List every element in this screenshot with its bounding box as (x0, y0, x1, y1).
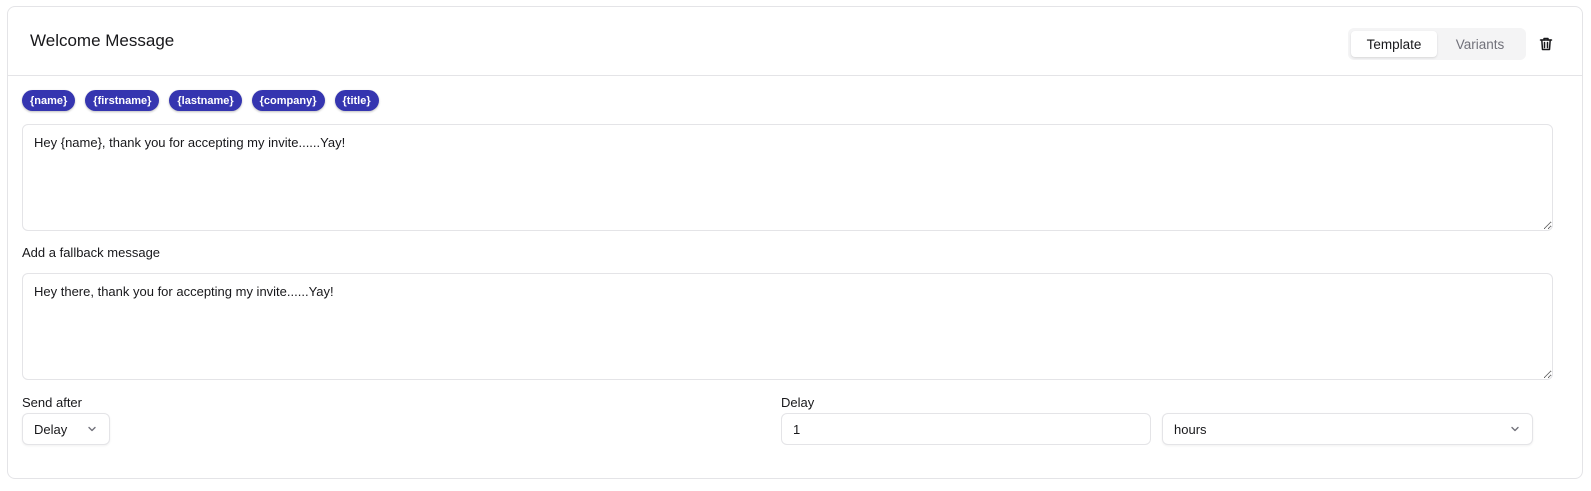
chevron-down-icon (1509, 423, 1521, 435)
delay-unit-select[interactable]: hours (1162, 413, 1533, 445)
delay-unit-value: hours (1174, 421, 1207, 437)
send-after-label: Send after (22, 395, 82, 410)
tab-template[interactable]: Template (1351, 31, 1437, 57)
trash-icon[interactable] (1538, 36, 1554, 52)
fallback-label: Add a fallback message (22, 245, 161, 260)
page-title: Welcome Message (30, 31, 175, 50)
delay-input[interactable] (781, 413, 1151, 445)
variable-chips: {name} {firstname} {lastname} {company} … (22, 90, 379, 111)
card-header: Welcome Message Template Variants (8, 7, 1582, 76)
message-textarea[interactable]: Hey {name}, thank you for accepting my i… (22, 124, 1553, 231)
variable-chip-title[interactable]: {title} (334, 90, 379, 111)
variable-chip-firstname[interactable]: {firstname} (85, 90, 160, 111)
variable-chip-lastname[interactable]: {lastname} (169, 90, 242, 111)
send-after-select[interactable]: Delay (22, 413, 110, 445)
tab-switcher: Template Variants (1348, 28, 1526, 60)
send-after-value: Delay (34, 421, 68, 437)
variable-chip-name[interactable]: {name} (22, 90, 76, 111)
fallback-textarea[interactable]: Hey there, thank you for accepting my in… (22, 273, 1553, 380)
chevron-down-icon (86, 423, 98, 435)
tab-variants[interactable]: Variants (1437, 31, 1523, 57)
delay-label: Delay (781, 395, 815, 410)
variable-chip-company[interactable]: {company} (251, 90, 325, 111)
